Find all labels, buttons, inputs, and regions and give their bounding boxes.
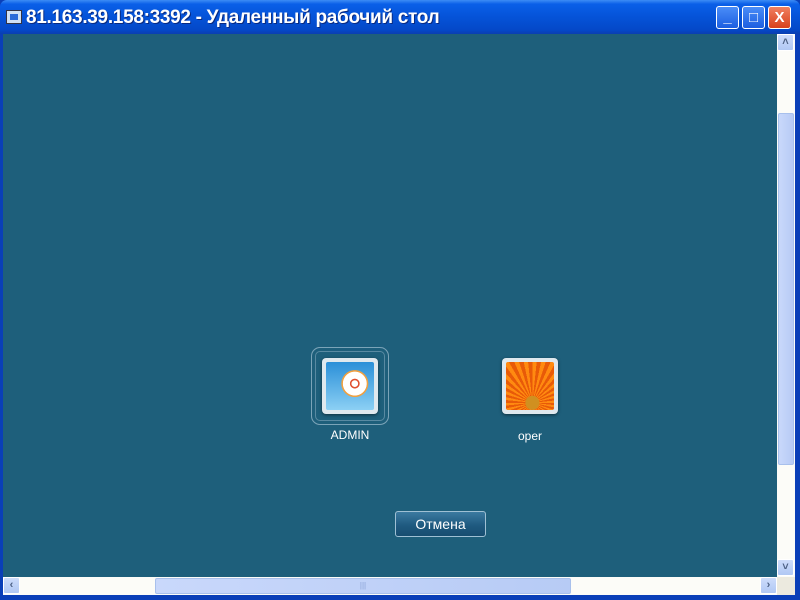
cancel-button[interactable]: Отмена xyxy=(395,511,486,537)
user-tile-admin[interactable] xyxy=(322,358,378,414)
vertical-scrollbar[interactable]: ˄ ˅ xyxy=(777,34,795,577)
resize-grip[interactable] xyxy=(777,577,795,595)
vertical-scroll-thumb[interactable] xyxy=(778,113,794,465)
scroll-left-button[interactable]: ‹ xyxy=(3,577,20,594)
title-bar[interactable]: 81.163.39.158:3392 - Удаленный рабочий с… xyxy=(0,0,800,34)
user-name-admin[interactable]: ADMIN xyxy=(320,428,380,442)
remote-desktop-icon xyxy=(6,10,22,24)
remote-desktop-area[interactable] xyxy=(3,34,777,577)
minimize-button[interactable]: _ xyxy=(716,6,739,29)
ferris-wheel-picture-icon xyxy=(326,362,374,410)
scroll-up-button[interactable]: ˄ xyxy=(777,34,794,51)
horizontal-scrollbar[interactable]: ‹ ||| › xyxy=(3,577,777,595)
scroll-down-button[interactable]: ˅ xyxy=(777,559,794,576)
scroll-right-button[interactable]: › xyxy=(760,577,777,594)
close-button[interactable]: X xyxy=(768,6,791,29)
maximize-button[interactable]: □ xyxy=(742,6,765,29)
user-tile-oper[interactable] xyxy=(502,358,558,414)
user-name-oper[interactable]: oper xyxy=(500,429,560,443)
window-title: 81.163.39.158:3392 - Удаленный рабочий с… xyxy=(26,7,440,28)
horizontal-scroll-thumb[interactable]: ||| xyxy=(155,578,571,594)
orange-flower-picture-icon xyxy=(506,362,554,410)
